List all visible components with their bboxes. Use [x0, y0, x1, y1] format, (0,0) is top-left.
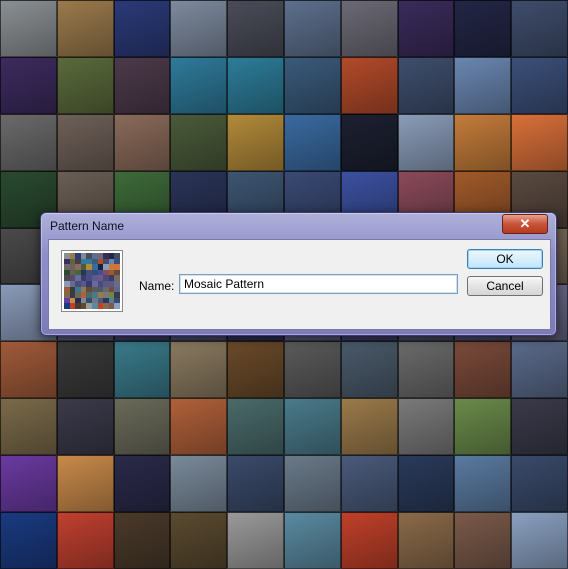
mosaic-tile [454, 0, 512, 57]
mosaic-tile [227, 398, 284, 456]
mosaic-tile [227, 56, 284, 114]
dialog-title: Pattern Name [50, 219, 125, 233]
mosaic-tile [56, 113, 114, 171]
mosaic-tile [397, 0, 455, 57]
mosaic-tile [227, 113, 284, 171]
mosaic-tile [170, 56, 228, 114]
mosaic-tile [170, 113, 228, 171]
mosaic-tile [170, 341, 228, 399]
mosaic-tile [0, 56, 57, 114]
mosaic-tile [511, 56, 568, 114]
pattern-name-dialog: Pattern Name ✕ Name: OK Cancel [40, 212, 557, 336]
mosaic-tile [56, 341, 114, 399]
mosaic-tile [113, 0, 171, 57]
mosaic-tile [283, 0, 341, 57]
mosaic-tile [283, 455, 341, 513]
mosaic-tile [56, 512, 114, 569]
mosaic-tile [340, 455, 398, 513]
mosaic-tile [227, 512, 284, 569]
mosaic-tile [511, 113, 568, 171]
mosaic-tile [170, 0, 228, 57]
mosaic-tile [283, 56, 341, 114]
mosaic-tile [113, 455, 171, 513]
mosaic-tile [56, 56, 114, 114]
mosaic-tile [340, 113, 398, 171]
mosaic-tile [397, 398, 455, 456]
mosaic-tile [113, 341, 171, 399]
dialog-body: Name: OK Cancel [48, 239, 551, 330]
mosaic-tile [56, 0, 114, 57]
mosaic-tile [454, 398, 512, 456]
dialog-titlebar[interactable]: Pattern Name ✕ [41, 213, 556, 239]
close-icon: ✕ [519, 216, 531, 231]
thumbnail-tile [114, 303, 120, 309]
pattern-name-input[interactable] [179, 274, 458, 294]
cancel-button[interactable]: Cancel [467, 276, 543, 296]
mosaic-tile [283, 341, 341, 399]
mosaic-tile [283, 113, 341, 171]
mosaic-tile [454, 512, 512, 569]
mosaic-tile [397, 56, 455, 114]
mosaic-tile [340, 0, 398, 57]
mosaic-tile [340, 398, 398, 456]
mosaic-tile [283, 512, 341, 569]
mosaic-tile [397, 113, 455, 171]
mosaic-tile [340, 56, 398, 114]
close-button[interactable]: ✕ [502, 214, 548, 234]
pattern-thumbnail [61, 250, 123, 312]
mosaic-tile [0, 0, 57, 57]
mosaic-tile [170, 512, 228, 569]
mosaic-tile [340, 341, 398, 399]
mosaic-tile [0, 398, 57, 456]
mosaic-tile [511, 398, 568, 456]
mosaic-tile [283, 398, 341, 456]
mosaic-tile [454, 455, 512, 513]
mosaic-tile [454, 56, 512, 114]
mosaic-tile [113, 398, 171, 456]
mosaic-tile [511, 341, 568, 399]
mosaic-tile [397, 455, 455, 513]
mosaic-tile [511, 512, 568, 569]
mosaic-tile [511, 455, 568, 513]
mosaic-tile [113, 512, 171, 569]
mosaic-tile [511, 0, 568, 57]
mosaic-thumbnail-icon [64, 253, 120, 309]
mosaic-tile [397, 512, 455, 569]
mosaic-tile [0, 455, 57, 513]
mosaic-tile [454, 341, 512, 399]
mosaic-tile [56, 398, 114, 456]
mosaic-tile [113, 113, 171, 171]
mosaic-tile [397, 341, 455, 399]
mosaic-tile [0, 512, 57, 569]
mosaic-tile [170, 455, 228, 513]
mosaic-tile [227, 455, 284, 513]
mosaic-tile [0, 113, 57, 171]
mosaic-tile [170, 398, 228, 456]
mosaic-tile [227, 341, 284, 399]
name-label: Name: [139, 279, 175, 293]
mosaic-tile [0, 341, 57, 399]
mosaic-tile [227, 0, 284, 57]
mosaic-tile [454, 113, 512, 171]
mosaic-tile [113, 56, 171, 114]
ok-button[interactable]: OK [467, 249, 543, 269]
mosaic-tile [56, 455, 114, 513]
mosaic-tile [340, 512, 398, 569]
